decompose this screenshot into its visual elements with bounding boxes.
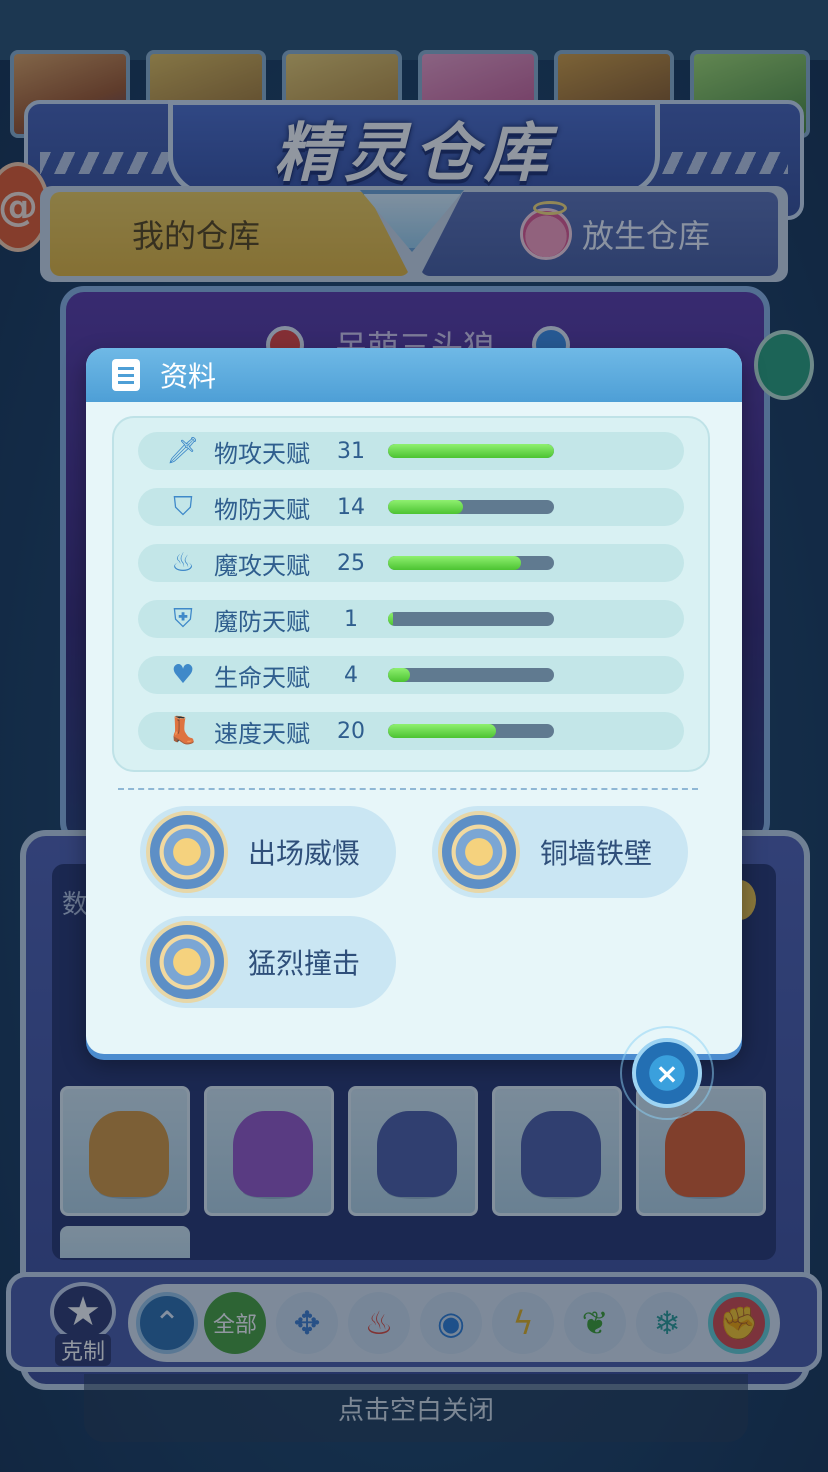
- close-button[interactable]: ×: [632, 1038, 702, 1108]
- boot-icon: 👢: [166, 716, 200, 746]
- sword-icon: 🗡: [166, 436, 200, 466]
- skill-chip[interactable]: 猛烈撞击: [140, 916, 396, 1008]
- skill-label: 出场威慑: [248, 837, 361, 870]
- stat-row-speed: 👢 速度天赋 20: [138, 712, 684, 750]
- close-icon: ×: [655, 1056, 679, 1090]
- stat-label: 生命天赋: [214, 663, 310, 692]
- divider: [118, 788, 698, 790]
- stat-label: 魔防天赋: [214, 607, 310, 636]
- stat-label: 速度天赋: [214, 719, 310, 748]
- document-icon: [112, 359, 140, 391]
- stat-value: 14: [337, 494, 365, 520]
- skill-emblem-icon: [438, 811, 520, 893]
- stat-bar: [388, 444, 554, 458]
- stat-bar: [388, 724, 554, 738]
- stat-label: 物攻天赋: [214, 439, 310, 468]
- stat-value: 25: [337, 550, 365, 576]
- stat-label: 魔攻天赋: [214, 551, 310, 580]
- stat-row-magic-defense: ⛨ 魔防天赋 1: [138, 600, 684, 638]
- stat-bar: [388, 612, 554, 626]
- stat-row-phys-defense: ⛉ 物防天赋 14: [138, 488, 684, 526]
- stat-row-magic-attack: ♨ 魔攻天赋 25: [138, 544, 684, 582]
- shield-icon: ⛉: [173, 491, 193, 522]
- stat-bar-fill: [388, 724, 496, 738]
- stat-bar: [388, 500, 554, 514]
- skill-emblem-icon: [146, 921, 228, 1003]
- popup-title: 资料: [160, 360, 217, 393]
- stat-row-phys-attack: 🗡 物攻天赋 31: [138, 432, 684, 470]
- popup-header: 资料: [86, 348, 742, 402]
- stat-value: 20: [337, 718, 365, 744]
- stat-bar: [388, 556, 554, 570]
- heart-plus-icon: ♥: [171, 660, 195, 690]
- info-popup: 资料 🗡 物攻天赋 31 ⛉ 物防天赋 14 ♨ 魔攻天赋 25 ⛨ 魔防天赋 …: [86, 348, 742, 1054]
- stat-bar-fill: [388, 444, 554, 458]
- stat-value: 1: [344, 606, 358, 632]
- stat-bar-fill: [388, 556, 521, 570]
- stat-bar: [388, 668, 554, 682]
- stat-row-hp: ♥ 生命天赋 4: [138, 656, 684, 694]
- skill-label: 猛烈撞击: [248, 947, 361, 980]
- talent-stats-box: 🗡 物攻天赋 31 ⛉ 物防天赋 14 ♨ 魔攻天赋 25 ⛨ 魔防天赋 1 ♥…: [112, 416, 710, 772]
- skill-chip[interactable]: 出场威慑: [140, 806, 396, 898]
- skill-label: 铜墙铁壁: [540, 837, 653, 870]
- stat-label: 物防天赋: [214, 495, 310, 524]
- skill-chip[interactable]: 铜墙铁壁: [432, 806, 688, 898]
- flame-icon: ♨: [171, 548, 195, 578]
- stat-bar-fill: [388, 612, 393, 626]
- stat-value: 4: [344, 662, 358, 688]
- magic-shield-icon: ⛨: [173, 603, 193, 634]
- stat-value: 31: [337, 438, 365, 464]
- stat-bar-fill: [388, 668, 410, 682]
- stat-bar-fill: [388, 500, 463, 514]
- skill-emblem-icon: [146, 811, 228, 893]
